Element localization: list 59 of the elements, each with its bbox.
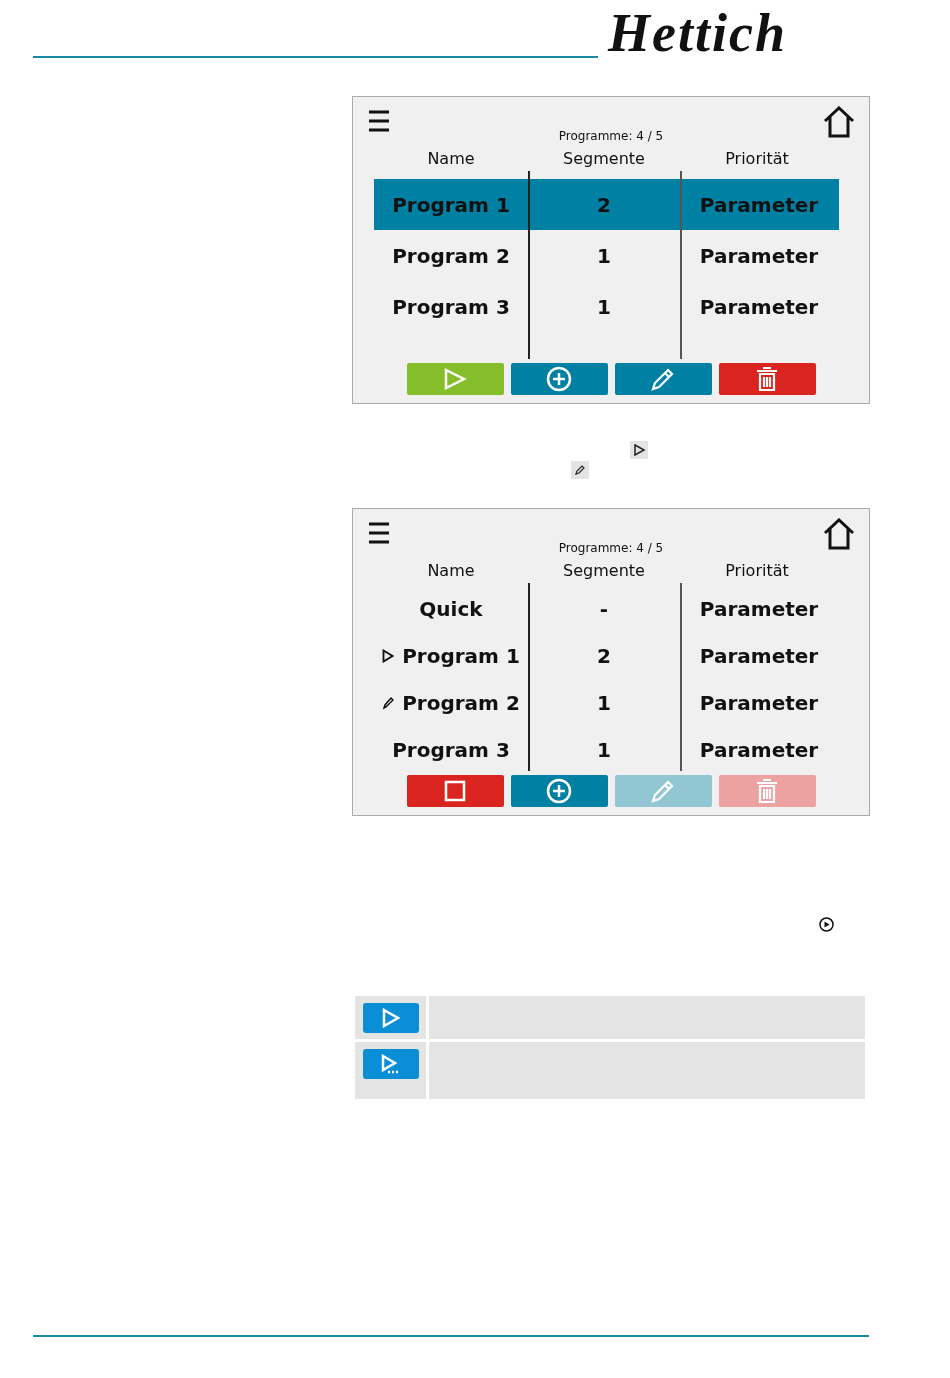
segment-count: 1 (597, 243, 611, 268)
play-circle-icon (819, 917, 834, 932)
play-icon (630, 441, 648, 459)
priority-value: Parameter (699, 192, 819, 217)
program-row[interactable]: Program 3 1 Parameter (374, 726, 839, 773)
program-name: Program 1 (402, 643, 520, 668)
plus-circle-icon (546, 366, 572, 392)
column-header: Segmente (562, 560, 646, 580)
brand-logo: Hettich (608, 6, 787, 60)
home-icon[interactable] (823, 518, 855, 550)
priority-value: Parameter (699, 690, 819, 715)
column-header: Name (426, 148, 476, 168)
program-row[interactable]: Program 2 1 Parameter (374, 679, 839, 726)
segment-count: - (599, 596, 609, 621)
start-delayed-button-icon (362, 1049, 419, 1079)
program-row[interactable]: Quick - Parameter (374, 585, 839, 632)
play-icon (443, 368, 467, 390)
start-button-icon (362, 1003, 419, 1033)
priority-value: Parameter (699, 294, 819, 319)
column-header: Priorität (724, 148, 790, 168)
pencil-icon (571, 461, 589, 479)
priority-value: Parameter (699, 596, 819, 621)
segment-count: 2 (597, 192, 611, 217)
priority-value: Parameter (699, 737, 819, 762)
plus-circle-icon (546, 778, 572, 804)
edit-button[interactable] (614, 363, 712, 395)
segment-count: 2 (597, 643, 611, 668)
delete-button[interactable] (718, 363, 816, 395)
program-name: Program 2 (402, 690, 520, 715)
add-button[interactable] (510, 775, 608, 807)
stop-button[interactable] (406, 775, 504, 807)
program-name: Program 1 (392, 192, 510, 217)
trash-icon (756, 366, 778, 392)
column-header: Segmente (562, 148, 646, 168)
program-counter: Programme: 4 / 5 (558, 129, 664, 143)
menu-icon[interactable] (368, 109, 390, 133)
priority-value: Parameter (699, 643, 819, 668)
add-button[interactable] (510, 363, 608, 395)
priority-value: Parameter (699, 243, 819, 268)
menu-icon[interactable] (368, 521, 390, 545)
column-header: Priorität (724, 560, 790, 580)
trash-icon (756, 778, 778, 804)
pencil-icon (650, 778, 676, 804)
stop-icon (444, 780, 466, 802)
column-header: Name (426, 560, 476, 580)
home-icon[interactable] (823, 106, 855, 138)
program-name: Program 3 (392, 294, 510, 319)
program-row[interactable]: Program 1 2 Parameter (374, 179, 839, 230)
pencil-icon (650, 366, 676, 392)
program-name: Quick (419, 596, 483, 621)
program-row[interactable]: Program 3 1 Parameter (374, 281, 839, 332)
segment-count: 1 (597, 690, 611, 715)
program-counter: Programme: 4 / 5 (558, 541, 664, 555)
segment-count: 1 (597, 294, 611, 319)
program-name: Program 2 (392, 243, 510, 268)
program-row[interactable]: Program 1 2 Parameter (374, 632, 839, 679)
program-name: Program 3 (392, 737, 510, 762)
program-row[interactable]: Program 2 1 Parameter (374, 230, 839, 281)
segment-count: 1 (597, 737, 611, 762)
